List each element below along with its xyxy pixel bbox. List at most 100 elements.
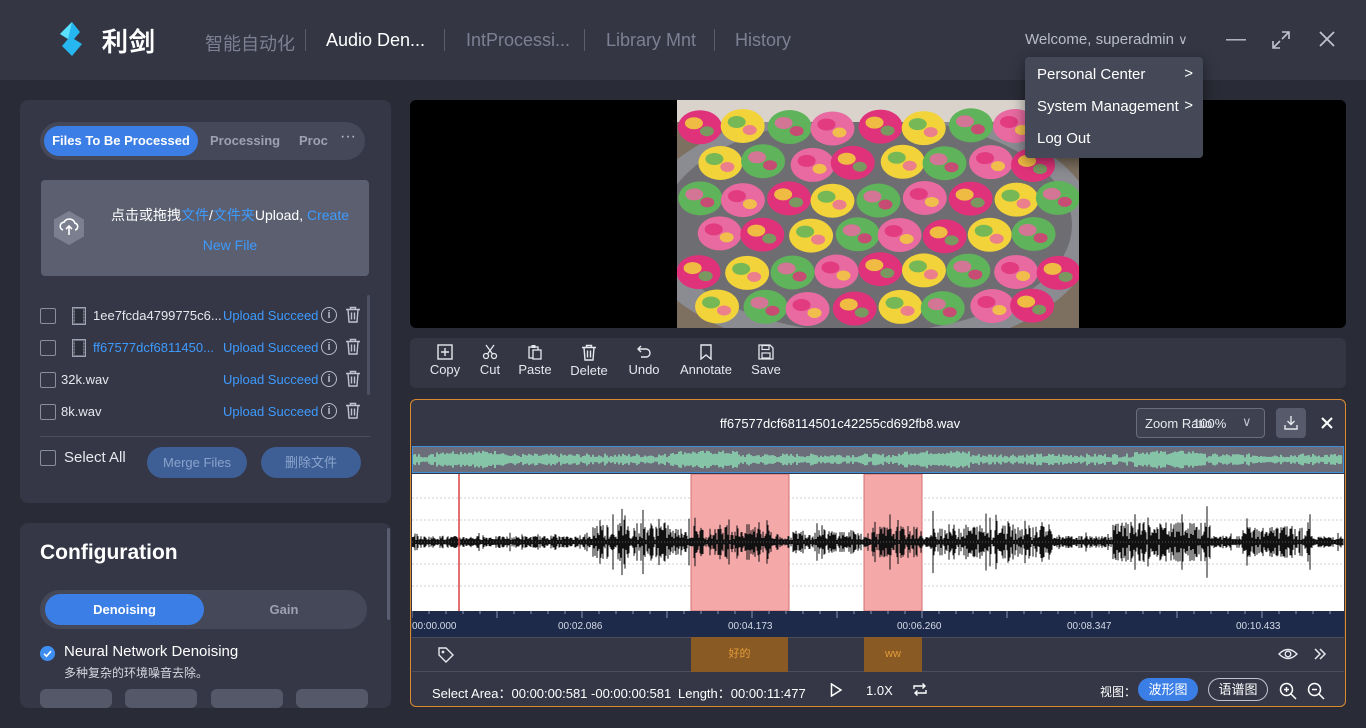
- delete-files-button[interactable]: 删除文件: [261, 447, 361, 478]
- waveform-overview[interactable]: [412, 446, 1344, 473]
- user-dropdown-menu: Personal Center > System Management > Lo…: [1025, 57, 1203, 158]
- nav-tab-audio-denoise[interactable]: Audio Den...: [326, 30, 425, 51]
- nav-tab-intprocessing[interactable]: IntProcessi...: [466, 30, 570, 51]
- neural-denoising-option[interactable]: Neural Network Denoising: [64, 643, 238, 660]
- tab-processed[interactable]: Proc: [299, 122, 328, 160]
- zoom-in-icon[interactable]: [1279, 682, 1297, 700]
- rice-cake-color: [842, 224, 861, 237]
- info-icon[interactable]: i: [321, 339, 337, 355]
- upload-folder-link[interactable]: 文件夹: [213, 207, 255, 223]
- info-icon[interactable]: i: [321, 307, 337, 323]
- info-icon[interactable]: i: [321, 403, 337, 419]
- paste-button[interactable]: Paste: [516, 344, 554, 377]
- nav-separator: [714, 29, 715, 51]
- time-tick: 00:02.086: [558, 621, 603, 632]
- eye-icon[interactable]: [1278, 646, 1298, 662]
- time-tick: 00:04.173: [728, 621, 773, 632]
- close-audio-icon[interactable]: [1321, 417, 1333, 429]
- timeline-ruler[interactable]: 00:00.000 00:02.086 00:04.173 00:06.260 …: [412, 611, 1344, 637]
- save-icon: [758, 344, 774, 360]
- file-row[interactable]: 32k.wav Upload Succeed i: [38, 367, 368, 395]
- tab-denoising[interactable]: Denoising: [45, 594, 204, 625]
- menu-item-personal-center[interactable]: Personal Center: [1037, 66, 1145, 83]
- config-scrollbar[interactable]: [387, 528, 390, 620]
- file-row[interactable]: ff67577dcf6811450... Upload Succeed i: [38, 335, 368, 363]
- spectrogram-view-button[interactable]: 语谱图: [1208, 678, 1268, 701]
- select-all-checkbox[interactable]: [40, 450, 56, 466]
- file-status: Upload Succeed: [223, 404, 319, 419]
- rice-cake-color: [717, 305, 732, 316]
- nav-tab-automation[interactable]: 智能自动化: [205, 30, 295, 56]
- zoom-ratio-value: 100%: [1193, 416, 1227, 431]
- trash-icon[interactable]: [345, 402, 361, 419]
- upload-instructions: 点击或拖拽文件/文件夹Upload, Create New File: [110, 207, 350, 253]
- more-tabs-button[interactable]: ···: [340, 128, 356, 146]
- tab-processing[interactable]: Processing: [210, 122, 280, 160]
- nav-tab-library[interactable]: Library Mnt: [606, 30, 696, 51]
- config-option-button[interactable]: [211, 689, 283, 708]
- video-frame-image: [677, 100, 1079, 328]
- rice-cake-color: [742, 124, 757, 135]
- file-row[interactable]: 1ee7fcda4799775c6... Upload Succeed i: [38, 303, 368, 331]
- config-option-button[interactable]: [125, 689, 197, 708]
- delete-button[interactable]: Delete: [568, 344, 610, 378]
- file-checkbox[interactable]: [40, 340, 56, 356]
- rice-cake-color: [732, 262, 751, 275]
- playback-speed[interactable]: 1.0X: [866, 683, 893, 698]
- nav-tab-history[interactable]: History: [735, 30, 791, 51]
- undo-button[interactable]: Undo: [625, 344, 663, 377]
- annotation-label[interactable]: ww: [864, 637, 922, 672]
- tab-gain[interactable]: Gain: [204, 594, 364, 625]
- create-link[interactable]: Create: [307, 207, 349, 223]
- user-menu-trigger[interactable]: Welcome, superadmin ∨: [1025, 31, 1188, 48]
- loop-icon[interactable]: [912, 682, 928, 697]
- trash-icon[interactable]: [345, 338, 361, 355]
- rice-cake-color: [970, 124, 985, 135]
- new-file-link[interactable]: New File: [203, 237, 257, 253]
- rice-cake-color: [774, 117, 793, 130]
- annotate-button[interactable]: Annotate: [677, 344, 735, 377]
- tab-files-to-be-processed[interactable]: Files To Be Processed: [44, 126, 198, 156]
- rice-cake-color: [865, 116, 884, 129]
- tag-icon[interactable]: [437, 646, 455, 664]
- double-chevron-right-icon[interactable]: [1313, 647, 1327, 661]
- download-button[interactable]: [1276, 408, 1306, 438]
- maximize-icon[interactable]: [1271, 30, 1291, 50]
- file-checkbox[interactable]: [40, 308, 56, 324]
- play-icon[interactable]: [830, 683, 842, 697]
- rice-cake-color: [684, 117, 703, 130]
- copy-button[interactable]: Copy: [426, 344, 464, 377]
- close-window-icon[interactable]: [1319, 31, 1335, 47]
- file-list-scrollbar[interactable]: [367, 295, 370, 395]
- annotation-label[interactable]: 好的: [691, 637, 788, 672]
- video-file-icon: [72, 307, 86, 325]
- waveform-view-button[interactable]: 波形图: [1138, 678, 1198, 701]
- trash-icon[interactable]: [345, 306, 361, 323]
- check-circle-icon[interactable]: [40, 646, 55, 661]
- info-icon[interactable]: i: [321, 371, 337, 387]
- save-button[interactable]: Save: [748, 344, 784, 377]
- waveform-canvas[interactable]: [412, 474, 1344, 611]
- file-checkbox[interactable]: [40, 404, 56, 420]
- file-row[interactable]: 8k.wav Upload Succeed i: [38, 399, 368, 427]
- file-status: Upload Succeed: [223, 372, 319, 387]
- rice-cake-color: [968, 269, 983, 280]
- menu-item-system-management[interactable]: System Management: [1037, 98, 1179, 115]
- rice-cake-color: [908, 118, 927, 131]
- menu-item-log-out[interactable]: Log Out: [1037, 130, 1090, 147]
- file-checkbox[interactable]: [40, 372, 56, 388]
- merge-files-button[interactable]: Merge Files: [147, 447, 247, 478]
- select-all-label[interactable]: Select All: [64, 449, 126, 466]
- minimize-icon[interactable]: —: [1225, 28, 1247, 50]
- video-preview[interactable]: [410, 100, 1346, 328]
- upload-file-link[interactable]: 文件: [181, 207, 209, 223]
- config-option-button[interactable]: [296, 689, 368, 708]
- rice-cake-color: [953, 260, 972, 273]
- zoom-out-icon[interactable]: [1307, 682, 1325, 700]
- file-name: 8k.wav: [61, 404, 102, 419]
- cut-button[interactable]: Cut: [474, 344, 506, 377]
- rice-cake-color: [923, 127, 938, 138]
- config-option-button[interactable]: [40, 689, 112, 708]
- rice-cake-color: [1032, 304, 1047, 315]
- trash-icon[interactable]: [345, 370, 361, 387]
